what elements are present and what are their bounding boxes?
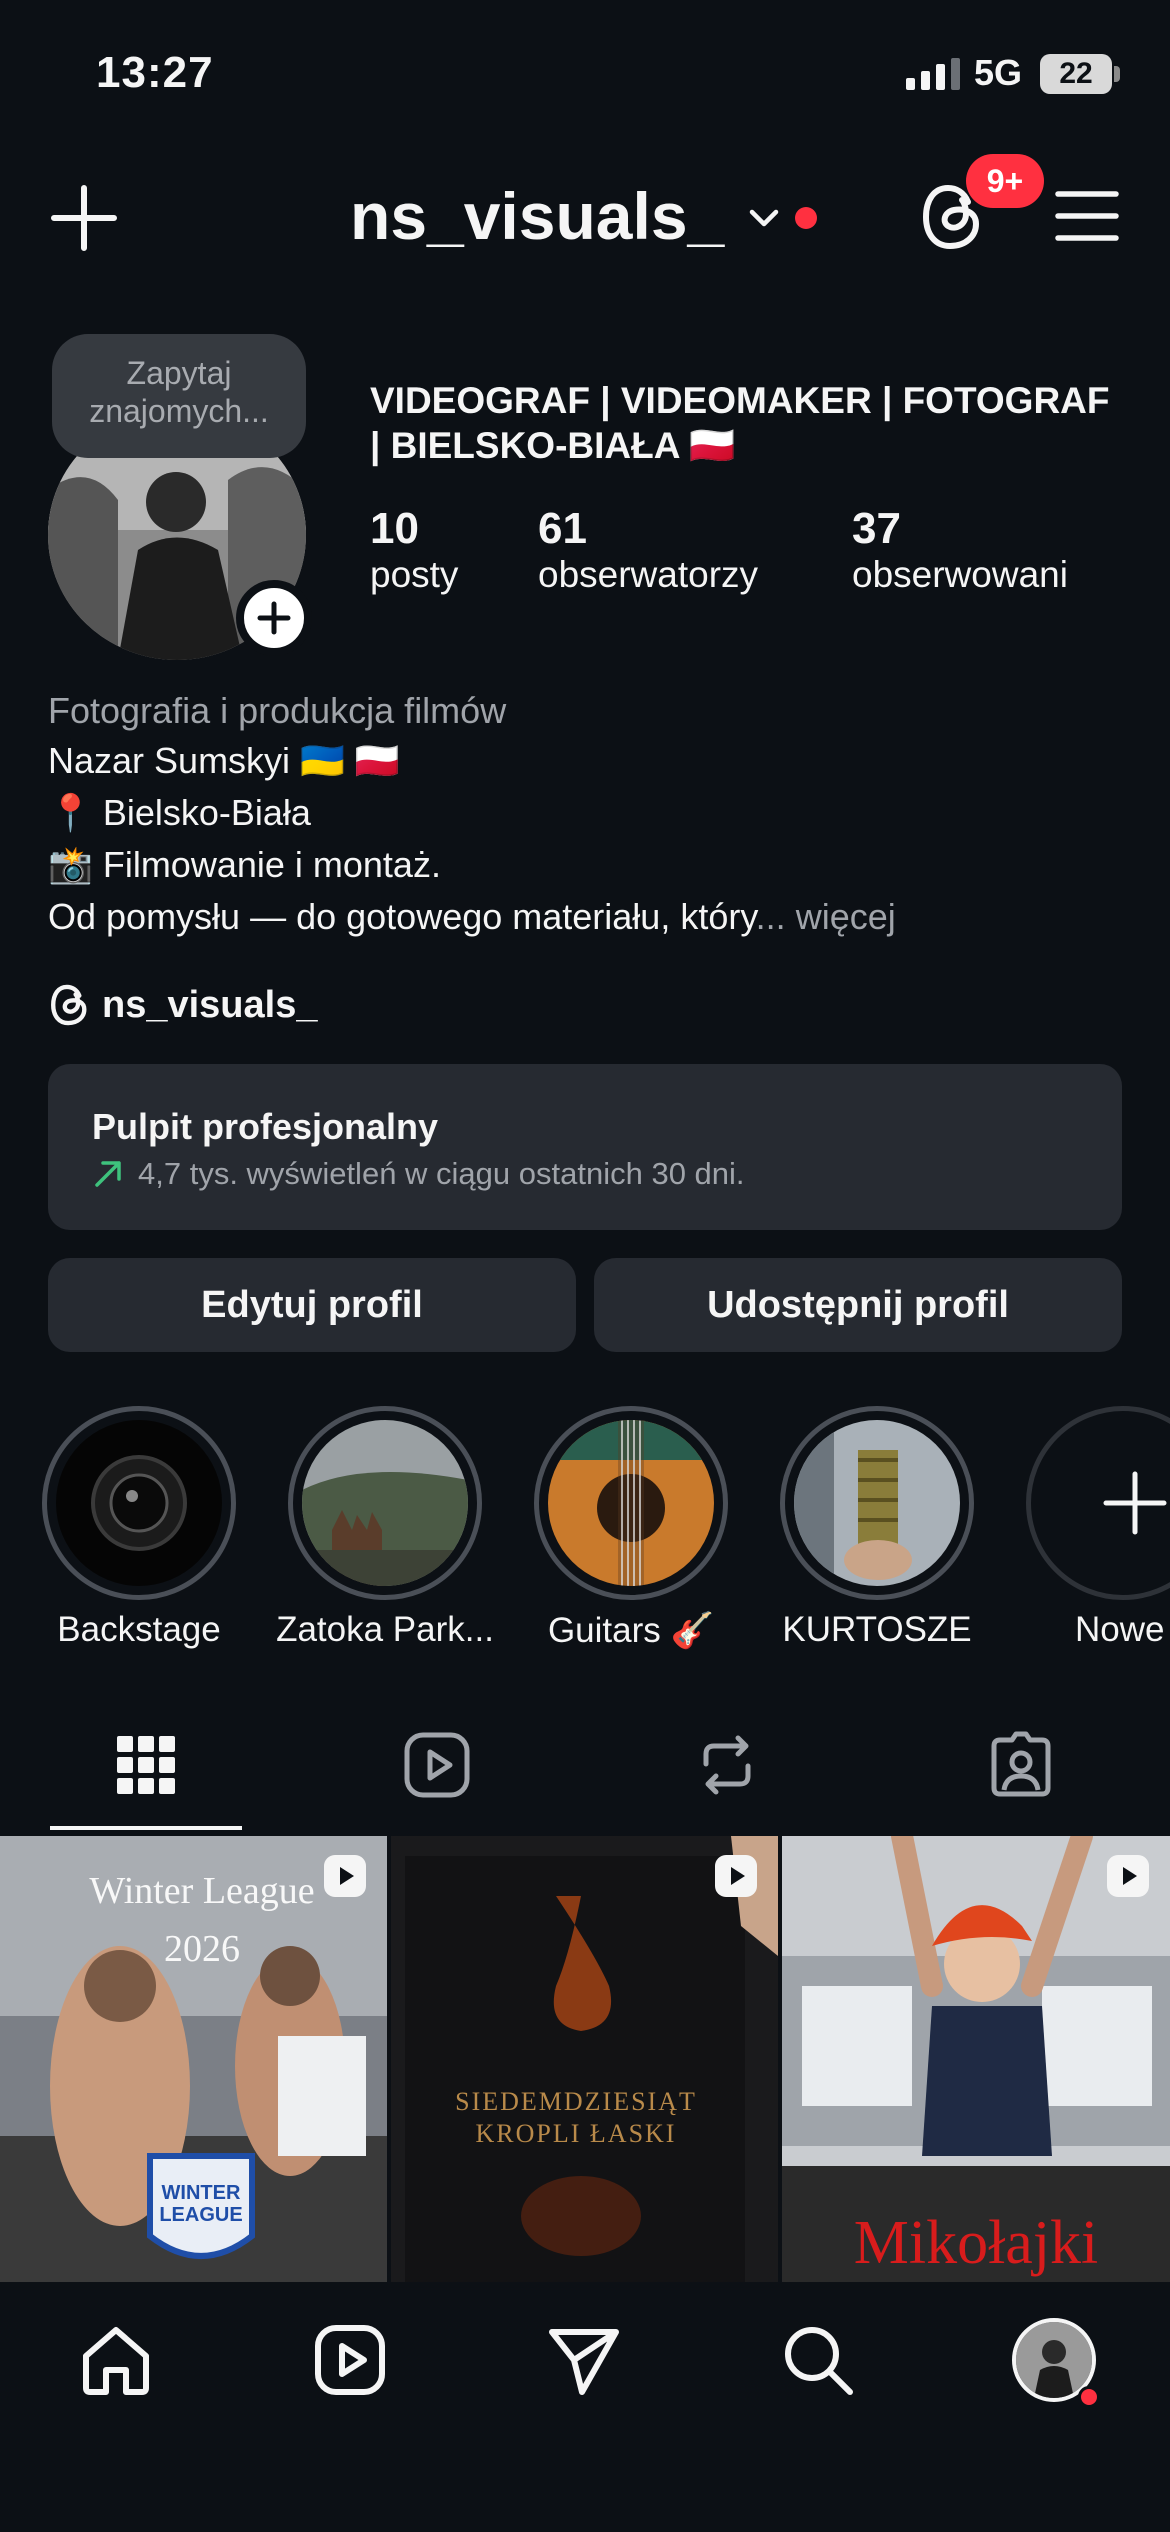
bio-more-link[interactable]: więcej: [796, 896, 896, 937]
highlight-cover: [56, 1420, 222, 1586]
reel-indicator-icon: [324, 1855, 366, 1897]
stat-following-value: 37: [852, 504, 901, 553]
new-highlight-inner: [1040, 1420, 1170, 1586]
highlight-backstage[interactable]: [42, 1406, 236, 1600]
post-image: [391, 1836, 778, 2282]
reels-tab-icon[interactable]: [402, 1730, 472, 1800]
note-bubble[interactable]: Zapytaj znajomych...: [52, 334, 306, 458]
battery-icon: 22: [1040, 54, 1112, 94]
stat-posts-value: 10: [370, 504, 419, 553]
bio-line-truncated: Od pomysłu — do gotowego materiału, któr…: [48, 896, 896, 938]
grid-tab-icon[interactable]: [111, 1730, 181, 1800]
reposts-tab-icon[interactable]: [692, 1730, 762, 1800]
active-tab-indicator: [50, 1826, 242, 1830]
stat-followers-value: 61: [538, 504, 587, 553]
threads-icon: [51, 984, 87, 1026]
account-notification-dot: [795, 207, 817, 229]
tagged-tab-icon[interactable]: [986, 1730, 1056, 1800]
highlight-guitars[interactable]: [534, 1406, 728, 1600]
bio-line: Nazar Sumskyi 🇺🇦 🇵🇱: [48, 740, 400, 781]
plus-icon: [1103, 1471, 1167, 1535]
profile-category: Fotografia i produkcja filmów: [48, 690, 507, 731]
stat-posts-label: posty: [370, 554, 459, 595]
reels-icon[interactable]: [310, 2320, 390, 2400]
stat-following[interactable]: 37 obserwowani: [852, 504, 1068, 596]
post-badge-text: WINTER LEAGUE: [159, 2182, 243, 2226]
dashboard-title: Pulpit profesjonalny: [92, 1106, 439, 1147]
search-icon[interactable]: [778, 2320, 858, 2400]
profile-full-name: VIDEOGRAF | VIDEOMAKER | FOTOGRAF | BIEL…: [370, 380, 1110, 466]
highlight-cover: [548, 1420, 714, 1586]
book-title-line: SIEDEMDZIESIĄT: [455, 2087, 697, 2116]
signal-icon: [906, 58, 960, 90]
trend-up-icon: [95, 1161, 121, 1187]
post-tile-winter-league[interactable]: Winter League 2026 WINTER LEAGUE: [0, 1836, 387, 2282]
book-title-line: KROPLI ŁASKI: [475, 2119, 677, 2148]
status-time: 13:27: [96, 48, 214, 97]
professional-dashboard-card[interactable]: Pulpit profesjonalny 4,7 tys. wyświetleń…: [48, 1064, 1122, 1230]
dashboard-views-text: 4,7 tys. wyświetleń w ciągu ostatnich 30…: [138, 1156, 745, 1191]
bio-line: 📍 Bielsko-Biała: [48, 792, 311, 833]
post-tile-mikolajki[interactable]: Mikołajki: [782, 1836, 1170, 2282]
menu-hamburger-icon[interactable]: [1054, 188, 1120, 244]
post-title-line: 2026: [164, 1928, 240, 1970]
post-title-overlay: Winter League 2026: [62, 1862, 342, 1978]
post-caption-overlay: Mikołajki: [853, 2209, 1099, 2277]
home-icon[interactable]: [76, 2320, 156, 2400]
reel-indicator-icon: [715, 1855, 757, 1897]
add-story-button[interactable]: [236, 580, 312, 656]
bio-line: 📸 Filmowanie i montaż.: [48, 844, 441, 885]
battery-cap: [1114, 66, 1120, 82]
highlight-label: KURTOSZE: [782, 1610, 972, 1649]
highlight-label: Guitars 🎸: [547, 1611, 715, 1650]
create-plus-icon[interactable]: [46, 180, 122, 256]
dashboard-subtitle-row: 4,7 tys. wyświetleń w ciągu ostatnich 30…: [92, 1156, 1122, 1192]
share-profile-button[interactable]: Udostępnij profil: [594, 1258, 1122, 1352]
highlight-zatoka-park[interactable]: [288, 1406, 482, 1600]
threads-handle: ns_visuals_: [102, 983, 318, 1026]
bio-text: Od pomysłu — do gotowego materiału, któr…: [48, 896, 756, 937]
book-title-overlay: SIEDEMDZIESIĄT KROPLI ŁASKI: [431, 2086, 721, 2150]
highlight-label: Zatoka Park...: [276, 1610, 494, 1649]
highlight-kurtosze[interactable]: [780, 1406, 974, 1600]
threads-notification-badge: 9+: [966, 154, 1044, 208]
stat-posts[interactable]: 10 posty: [370, 504, 458, 596]
highlight-label: Backstage: [57, 1610, 221, 1649]
profile-notification-dot: [1078, 2386, 1100, 2408]
edit-profile-button[interactable]: Edytuj profil: [48, 1258, 576, 1352]
highlight-cover: [794, 1420, 960, 1586]
reel-indicator-icon: [1107, 1855, 1149, 1897]
profile-username[interactable]: ns_visuals_: [350, 178, 724, 254]
post-tile-book[interactable]: SIEDEMDZIESIĄT KROPLI ŁASKI: [391, 1836, 778, 2282]
stat-followers-label: obserwatorzy: [538, 554, 759, 595]
bio-ellipsis: ...: [755, 896, 786, 937]
highlight-label: Nowe: [1075, 1610, 1165, 1649]
network-type: 5G: [974, 52, 1023, 93]
threads-profile-link[interactable]: ns_visuals_: [48, 980, 317, 1030]
direct-messages-icon[interactable]: [544, 2320, 624, 2400]
chevron-down-icon[interactable]: [744, 198, 784, 238]
highlight-cover: [302, 1420, 468, 1586]
post-title-line: Winter League: [89, 1870, 315, 1912]
stat-following-label: obserwowani: [852, 554, 1068, 595]
stat-followers[interactable]: 61 obserwatorzy: [538, 504, 758, 596]
new-highlight-button[interactable]: [1026, 1406, 1170, 1600]
